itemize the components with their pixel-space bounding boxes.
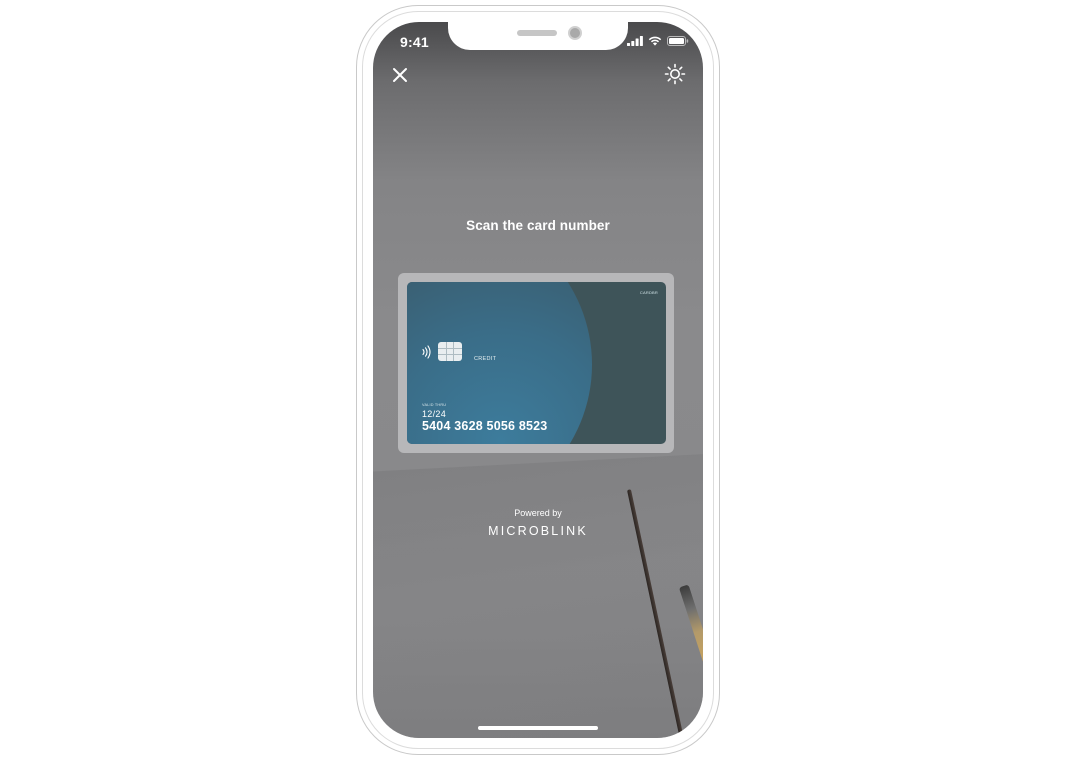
- contactless-icon: [422, 345, 431, 359]
- device-notch: [448, 22, 628, 50]
- wifi-icon: [648, 36, 662, 46]
- cellular-signal-icon: [627, 36, 643, 46]
- camera-scanner-screen: 9:41 Scan the card number CARDBR CREDIT …: [373, 22, 703, 738]
- card-brand: CARDBR: [639, 290, 658, 295]
- microblink-logo: MICROBLINK: [488, 524, 588, 538]
- card-expiry: 12/24: [422, 409, 447, 419]
- flashlight-icon: [664, 63, 686, 85]
- flashlight-toggle-button[interactable]: [663, 62, 687, 86]
- powered-by-label: Powered by: [514, 508, 562, 518]
- card-type: CREDIT: [474, 356, 497, 362]
- speaker-grille: [517, 30, 557, 36]
- status-time: 9:41: [400, 34, 429, 50]
- status-icons: [627, 36, 689, 46]
- close-icon: [393, 68, 407, 82]
- scan-instruction: Scan the card number: [466, 218, 610, 233]
- payment-card: CARDBR CREDIT VALID THRU 12/24 5404 3628…: [407, 282, 666, 444]
- scan-frame: CARDBR CREDIT VALID THRU 12/24 5404 3628…: [398, 273, 674, 453]
- battery-icon: [667, 36, 689, 46]
- valid-thru-label: VALID THRU: [422, 403, 447, 407]
- close-button[interactable]: [389, 64, 411, 86]
- card-number: 5404 3628 5056 8523: [422, 419, 548, 433]
- home-indicator[interactable]: [478, 726, 598, 730]
- front-camera: [568, 26, 582, 40]
- card-chip-icon: [438, 342, 462, 361]
